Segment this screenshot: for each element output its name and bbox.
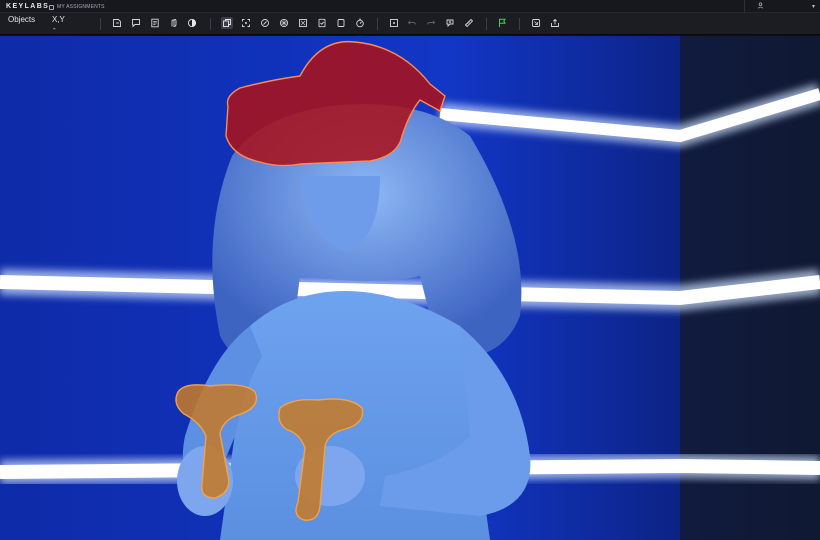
document-stack-icon[interactable] [316,17,328,29]
contrast-icon[interactable] [186,17,198,29]
assignments-icon [49,4,54,10]
frame-icon[interactable] [335,17,347,29]
user-menu[interactable]: ▾ [744,0,820,13]
toolbar-divider [486,18,487,30]
coordinates-label: X,Y [52,15,65,24]
export-icon[interactable] [530,17,542,29]
timer-icon[interactable] [354,17,366,29]
fit-screen-icon[interactable] [240,17,252,29]
grid-icon[interactable] [278,17,290,29]
annotation-toolbar: Objects X,Y - [0,13,820,35]
person [177,104,531,540]
objects-tab[interactable]: Objects [8,15,35,24]
copy-icon[interactable] [221,17,233,29]
toolbar-divider [210,18,211,30]
app-logo[interactable]: KEYLABS [6,3,49,11]
polygon-tool-icon[interactable] [111,17,123,29]
toolbar-divider [100,18,101,30]
coordinates-value: - [53,24,56,33]
comment-tool-icon[interactable] [130,17,142,29]
hand-tool-icon[interactable] [168,17,180,29]
my-assignments-link[interactable]: MY ASSIGNMENTS [49,3,105,11]
document-tool-icon[interactable] [149,17,161,29]
toolbar-divider [519,18,520,30]
add-point-icon[interactable] [388,17,400,29]
image-canvas[interactable] [0,36,820,540]
layers-icon[interactable] [297,17,309,29]
brush-icon[interactable] [259,17,271,29]
redo-icon[interactable] [425,17,437,29]
zoom-icon[interactable] [444,17,456,29]
annotated-photo [0,36,820,540]
ruler-icon[interactable] [463,17,475,29]
flag-icon[interactable] [496,17,508,29]
app-header: KEYLABS MY ASSIGNMENTS ▾ [0,0,820,13]
my-assignments-label: MY ASSIGNMENTS [57,4,105,10]
toolbar-divider [377,18,378,30]
chevron-down-icon: ▾ [811,4,815,10]
share-icon[interactable] [549,17,561,29]
undo-icon[interactable] [406,17,418,29]
user-icon [757,2,764,11]
